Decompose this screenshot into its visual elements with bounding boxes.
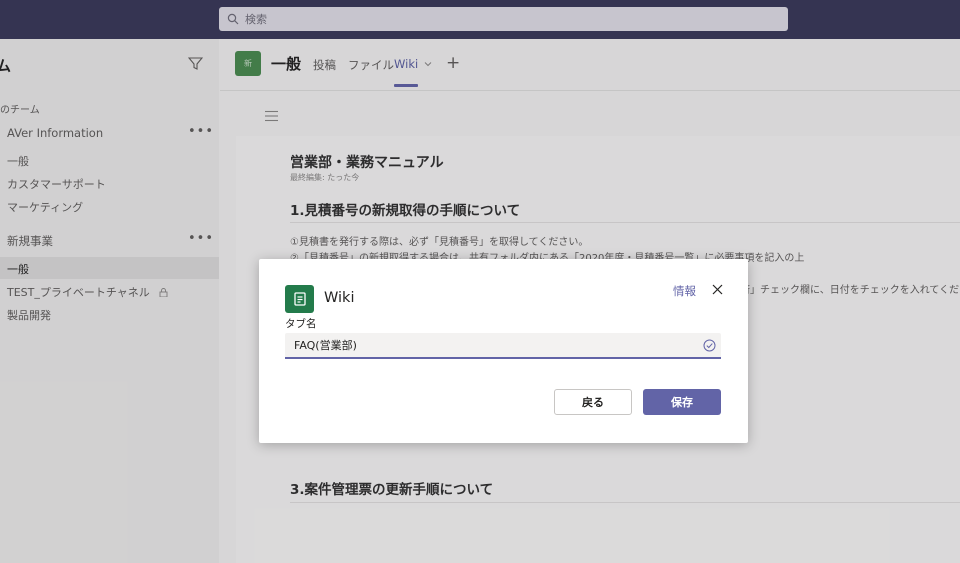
close-icon[interactable] — [712, 284, 723, 295]
tab-name-input[interactable] — [294, 338, 674, 352]
wiki-icon — [293, 292, 306, 306]
tab-name-label: タブ名 — [285, 318, 317, 330]
tab-name-field[interactable] — [285, 333, 721, 359]
check-circle-icon — [703, 339, 716, 352]
info-link[interactable]: 情報 — [673, 283, 696, 299]
wiki-tab-dialog: Wiki 情報 タブ名 戻る 保存 — [259, 259, 748, 443]
back-button[interactable]: 戻る — [554, 389, 632, 415]
save-button[interactable]: 保存 — [643, 389, 721, 415]
wiki-app-icon — [285, 285, 314, 313]
dialog-title: Wiki — [324, 290, 355, 306]
